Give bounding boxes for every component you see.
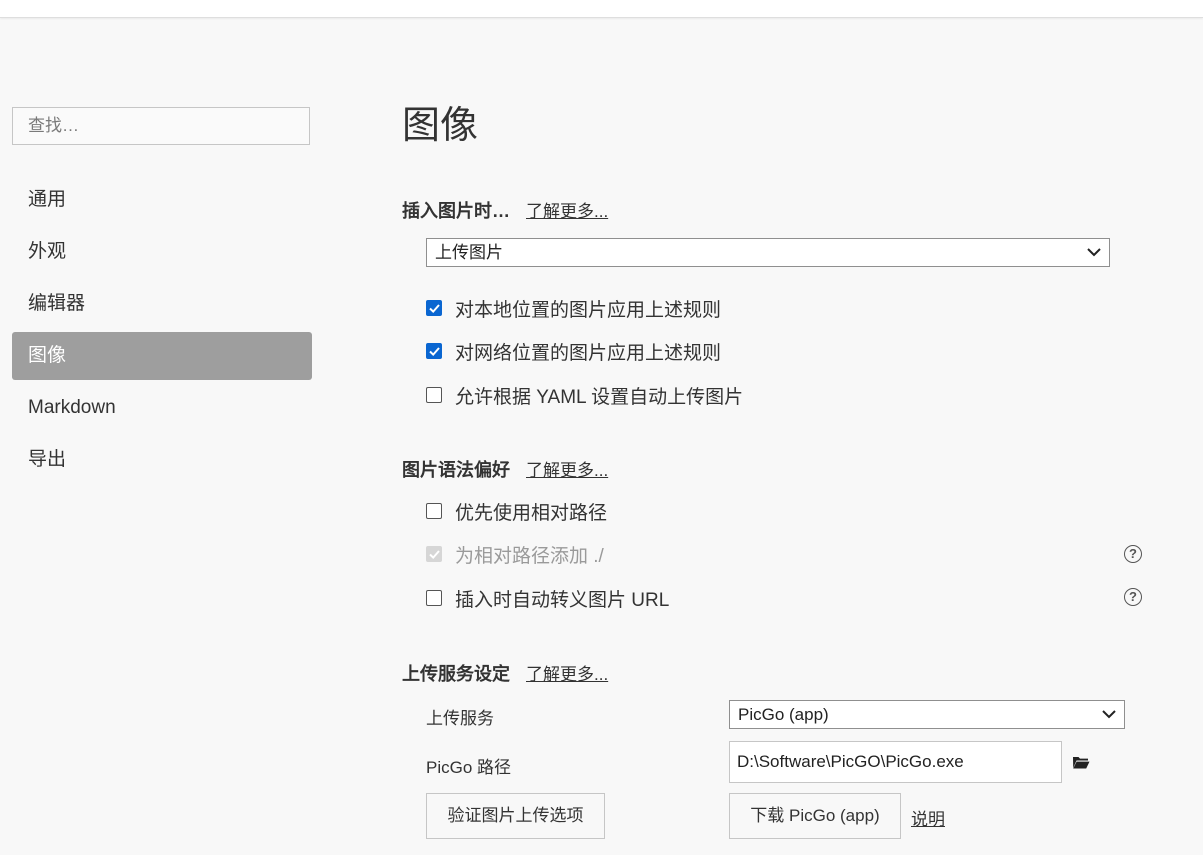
section-title-syntax: 图片语法偏好 [402, 460, 510, 480]
upload-service-select-value: PicGo (app) [738, 705, 829, 724]
insert-action-select[interactable]: 上传图片 [426, 238, 1110, 267]
learn-more-link-syntax[interactable]: 了解更多... [526, 456, 608, 481]
upload-service-label: 上传服务 [426, 709, 494, 728]
sidebar-item-general[interactable]: 通用 [12, 176, 312, 224]
checkbox-row-escape-url[interactable]: 插入时自动转义图片 URL [426, 585, 669, 611]
search-input[interactable] [12, 107, 310, 145]
checkbox-escape-url[interactable] [426, 590, 442, 606]
sidebar-item-markdown[interactable]: Markdown [12, 384, 312, 432]
checkbox-label-local-images: 对本地位置的图片应用上述规则 [455, 299, 722, 321]
upload-service-select[interactable]: PicGo (app) [729, 700, 1125, 729]
syntax-section-header: 图片语法偏好 了解更多... [402, 456, 608, 482]
upload-section-header: 上传服务设定 了解更多... [402, 660, 608, 686]
checkbox-label-network-images: 对网络位置的图片应用上述规则 [455, 342, 722, 364]
checkmark-icon [429, 304, 440, 314]
title-bar [0, 0, 1203, 18]
page-title: 图像 [402, 105, 479, 147]
learn-more-link-upload[interactable]: 了解更多... [526, 660, 608, 685]
checkbox-yaml-upload[interactable] [426, 387, 442, 403]
checkbox-local-images[interactable] [426, 300, 442, 316]
sidebar-item-appearance[interactable]: 外观 [12, 228, 312, 276]
folder-icon[interactable] [1072, 755, 1090, 770]
sidebar-nav: 通用 外观 编辑器 图像 Markdown 导出 [12, 176, 312, 488]
chevron-down-icon [1087, 248, 1101, 257]
picgo-path-label: PicGo 路径 [426, 758, 512, 777]
insert-section-header: 插入图片时… 了解更多... [402, 197, 608, 223]
picgo-path-input[interactable] [729, 741, 1062, 783]
help-link[interactable]: 说明 [911, 805, 945, 830]
checkbox-row-yaml-upload[interactable]: 允许根据 YAML 设置自动上传图片 [426, 382, 743, 408]
download-picgo-button[interactable]: 下载 PicGo (app) [729, 793, 901, 839]
checkbox-row-network-images[interactable]: 对网络位置的图片应用上述规则 [426, 338, 721, 364]
checkbox-row-local-images[interactable]: 对本地位置的图片应用上述规则 [426, 295, 721, 321]
section-title-upload: 上传服务设定 [402, 664, 510, 684]
learn-more-link-insert[interactable]: 了解更多... [526, 197, 608, 222]
checkbox-label-escape-url: 插入时自动转义图片 URL [455, 589, 670, 611]
checkbox-row-add-dot-slash: 为相对路径添加 ./ [426, 541, 604, 567]
checkbox-label-relative-path: 优先使用相对路径 [455, 502, 608, 524]
checkbox-network-images[interactable] [426, 343, 442, 359]
checkbox-relative-path[interactable] [426, 503, 442, 519]
checkbox-label-add-dot-slash: 为相对路径添加 ./ [455, 545, 604, 567]
checkbox-row-relative-path[interactable]: 优先使用相对路径 [426, 498, 607, 524]
sidebar-item-export[interactable]: 导出 [12, 436, 312, 484]
checkmark-icon [429, 550, 440, 560]
chevron-down-icon [1102, 710, 1116, 719]
section-title-insert: 插入图片时… [402, 201, 510, 221]
checkbox-label-yaml-upload: 允许根据 YAML 设置自动上传图片 [455, 386, 744, 408]
verify-upload-button[interactable]: 验证图片上传选项 [426, 793, 605, 839]
help-icon[interactable]: ? [1124, 588, 1142, 606]
checkbox-add-dot-slash [426, 546, 442, 562]
help-icon[interactable]: ? [1124, 545, 1142, 563]
sidebar-item-image[interactable]: 图像 [12, 332, 312, 380]
insert-action-select-value: 上传图片 [435, 243, 503, 262]
sidebar-item-editor[interactable]: 编辑器 [12, 280, 312, 328]
checkmark-icon [429, 347, 440, 357]
